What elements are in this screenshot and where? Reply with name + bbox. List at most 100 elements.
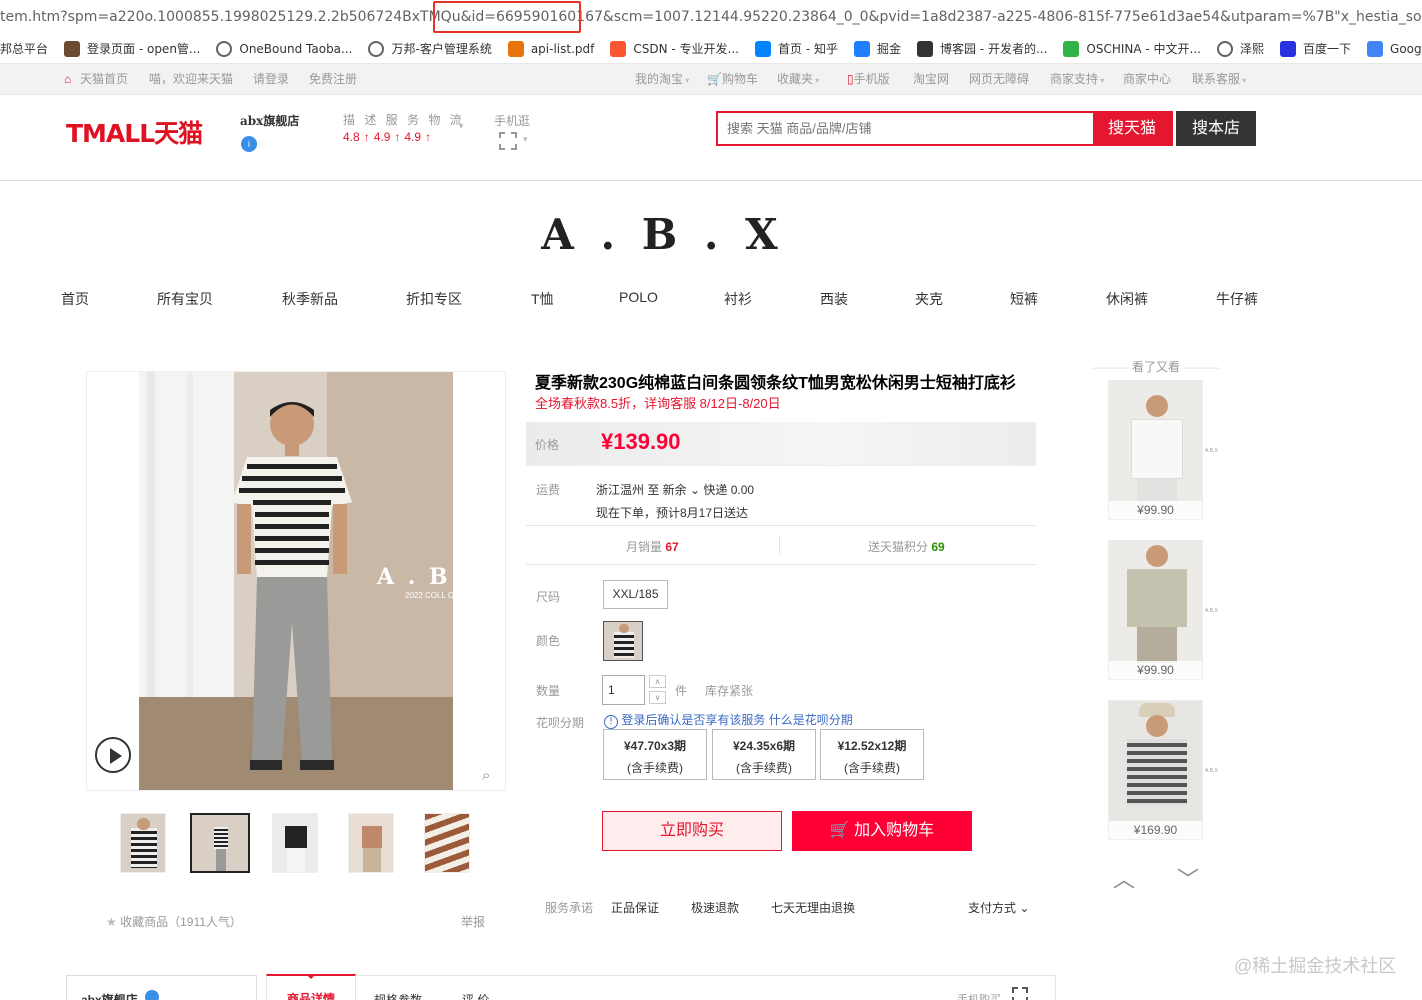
rating-value: 4.9 <box>404 130 422 144</box>
shipping-route[interactable]: 浙江温州 至 新余 ⌄ 快递 0.00 <box>596 481 754 498</box>
bookmark-item[interactable]: CSDN - 专业开发... <box>610 40 739 57</box>
taobao-link[interactable]: 淘宝网 <box>913 64 949 95</box>
service-item[interactable]: 正品保证 <box>611 899 659 916</box>
chevron-up-icon: ∧ <box>654 677 661 686</box>
quantity-input[interactable] <box>602 675 645 705</box>
recommend-item[interactable]: ¥169.90 <box>1108 700 1203 840</box>
nav-item[interactable]: T恤 <box>531 289 554 309</box>
search-tmall-button[interactable]: 搜天猫 <box>1093 113 1171 144</box>
tmall-home-link[interactable]: 天猫首页 <box>80 64 128 95</box>
decrease-qty-button[interactable]: ∨ <box>649 691 666 704</box>
scroll-up-button[interactable]: ︿ <box>1113 862 1135 894</box>
nav-item[interactable]: 秋季新品 <box>282 289 338 309</box>
bookmark-label: api-list.pdf <box>530 41 595 56</box>
merchant-support-menu[interactable]: 商家支持 ▾ <box>1050 64 1104 96</box>
bookmark-item[interactable]: OneBound Taoba... <box>216 40 353 57</box>
mobile-link[interactable]: ▯手机版 <box>847 64 890 95</box>
thumbnail-selected[interactable] <box>190 813 250 873</box>
service-item[interactable]: 七天无理由退换 <box>771 899 855 916</box>
scroll-down-button[interactable]: ﹀ <box>1177 862 1199 894</box>
shop-name[interactable]: abx旗舰店 <box>240 112 299 129</box>
bookmark-item[interactable]: 泽熙 <box>1216 40 1264 57</box>
thumbnail[interactable] <box>272 813 318 873</box>
url-id-highlight-box <box>433 1 581 33</box>
address-bar[interactable]: tem.htm?spm=a220o.1000855.1998025129.2.2… <box>0 0 1422 34</box>
nav-item[interactable]: 休闲裤 <box>1106 289 1148 309</box>
tmall-logo[interactable]: TMALL天猫 <box>66 114 203 150</box>
product-photo: A . B . X 2022 COLL ONE <box>87 372 505 790</box>
buy-now-button[interactable]: 立即购买 <box>602 811 782 851</box>
merchant-center-link[interactable]: 商家中心 <box>1123 64 1171 95</box>
nav-item[interactable]: 折扣专区 <box>406 289 462 309</box>
accessible-link[interactable]: 网页无障碍 <box>969 64 1029 95</box>
thumbnail[interactable] <box>348 813 394 873</box>
service-item[interactable]: 极速退款 <box>691 899 739 916</box>
bookmark-item[interactable]: 掘金 <box>853 40 901 57</box>
nav-item[interactable]: POLO <box>619 289 658 305</box>
login-link[interactable]: 请登录 <box>253 64 289 95</box>
qr-code-icon[interactable] <box>499 132 517 150</box>
thumbnail[interactable] <box>424 813 470 873</box>
installment-option[interactable]: ¥12.52x12期 (含手续费) <box>820 729 924 780</box>
main-product-image[interactable]: A . B . X 2022 COLL ONE <box>86 371 506 791</box>
contact-menu[interactable]: 联系客服 ▾ <box>1192 64 1246 96</box>
recommend-item[interactable]: ¥99.90 <box>1108 380 1203 520</box>
chevron-down-icon[interactable]: ▾ <box>459 121 464 132</box>
add-to-cart-button[interactable]: 🛒 加入购物车 <box>792 811 972 851</box>
qr-code-icon[interactable] <box>1012 987 1028 1000</box>
recommend-tag: A.B.X <box>1205 608 1218 614</box>
bookmark-item[interactable]: 万邦-客户管理系统 <box>368 40 492 57</box>
thumbnail[interactable] <box>120 813 166 873</box>
shop-badge-icon <box>145 990 159 1000</box>
cart-link[interactable]: 🛒购物车 <box>707 64 758 95</box>
register-link[interactable]: 免费注册 <box>309 64 357 95</box>
favorites-menu[interactable]: 收藏夹 ▾ <box>777 64 819 96</box>
translate-icon <box>1367 40 1384 57</box>
payment-menu[interactable]: 支付方式 ⌄ <box>968 899 1029 916</box>
bookmark-item[interactable]: Goog <box>1367 40 1422 57</box>
nav-item[interactable]: 夹克 <box>915 289 943 309</box>
tab-specs[interactable]: 规格参数 <box>374 991 422 1000</box>
color-swatch[interactable] <box>603 621 643 661</box>
chevron-down-icon: ﹀ <box>1177 867 1200 892</box>
recommend-item[interactable]: ¥99.90 <box>1108 540 1203 680</box>
bookmark-item[interactable]: 首页 - 知乎 <box>755 40 838 57</box>
zoom-icon[interactable]: ⌕ <box>482 767 490 784</box>
bookmark-item[interactable]: 百度一下 <box>1280 40 1351 57</box>
bookmark-item[interactable]: OSCHINA - 中文开... <box>1063 40 1201 57</box>
bookmark-item[interactable]: 博客园 - 开发者的... <box>916 40 1047 57</box>
installment-option[interactable]: ¥24.35x6期 (含手续费) <box>712 729 816 780</box>
juejin-icon <box>853 40 870 57</box>
nav-item[interactable]: 西装 <box>820 289 848 309</box>
shop-card-name[interactable]: abx旗舰店 <box>81 991 138 1000</box>
tab-reviews[interactable]: 评 价 <box>462 991 489 1000</box>
my-taobao-menu[interactable]: 我的淘宝 ▾ <box>635 64 689 96</box>
bookmark-item[interactable]: api-list.pdf <box>507 40 595 57</box>
report-link[interactable]: 举报 <box>461 913 485 930</box>
bookmark-item[interactable]: 邦总平台 <box>0 40 48 57</box>
nav-item[interactable]: 牛仔裤 <box>1216 289 1258 309</box>
nav-item[interactable]: 短裤 <box>1010 289 1038 309</box>
increase-qty-button[interactable]: ∧ <box>649 675 666 688</box>
phone-icon: ▯ <box>847 72 854 86</box>
mobile-buy-label[interactable]: 手机购买 <box>957 991 1001 1000</box>
quantity-label: 数量 <box>536 684 561 698</box>
nav-item[interactable]: 所有宝贝 <box>157 289 213 309</box>
arrow-up-icon: ↑ <box>363 130 370 144</box>
brand-logo[interactable]: A . B . X <box>0 210 1325 259</box>
search-input[interactable] <box>718 113 1094 144</box>
bookmark-label: OneBound Taoba... <box>239 41 353 56</box>
bookmark-label: 掘金 <box>876 42 901 56</box>
bookmark-label: OSCHINA - 中文开... <box>1086 42 1201 56</box>
nav-item[interactable]: 衬衫 <box>724 289 752 309</box>
price-value: ¥139.90 <box>601 429 681 454</box>
bookmark-item[interactable]: 登录页面 - open管... <box>64 40 200 57</box>
installment-option[interactable]: ¥47.70x3期 (含手续费) <box>603 729 707 780</box>
cart-icon: 🛒 <box>829 822 850 839</box>
search-shop-button[interactable]: 搜本店 <box>1176 111 1256 146</box>
favorite-product[interactable]: ★ 收藏商品（1911人气） <box>106 913 242 930</box>
nav-item[interactable]: 首页 <box>61 289 89 309</box>
size-option[interactable]: XXL/185 <box>603 580 668 609</box>
installment-help-link[interactable]: 什么是花呗分期 <box>769 713 853 727</box>
play-video-button[interactable] <box>95 737 131 773</box>
